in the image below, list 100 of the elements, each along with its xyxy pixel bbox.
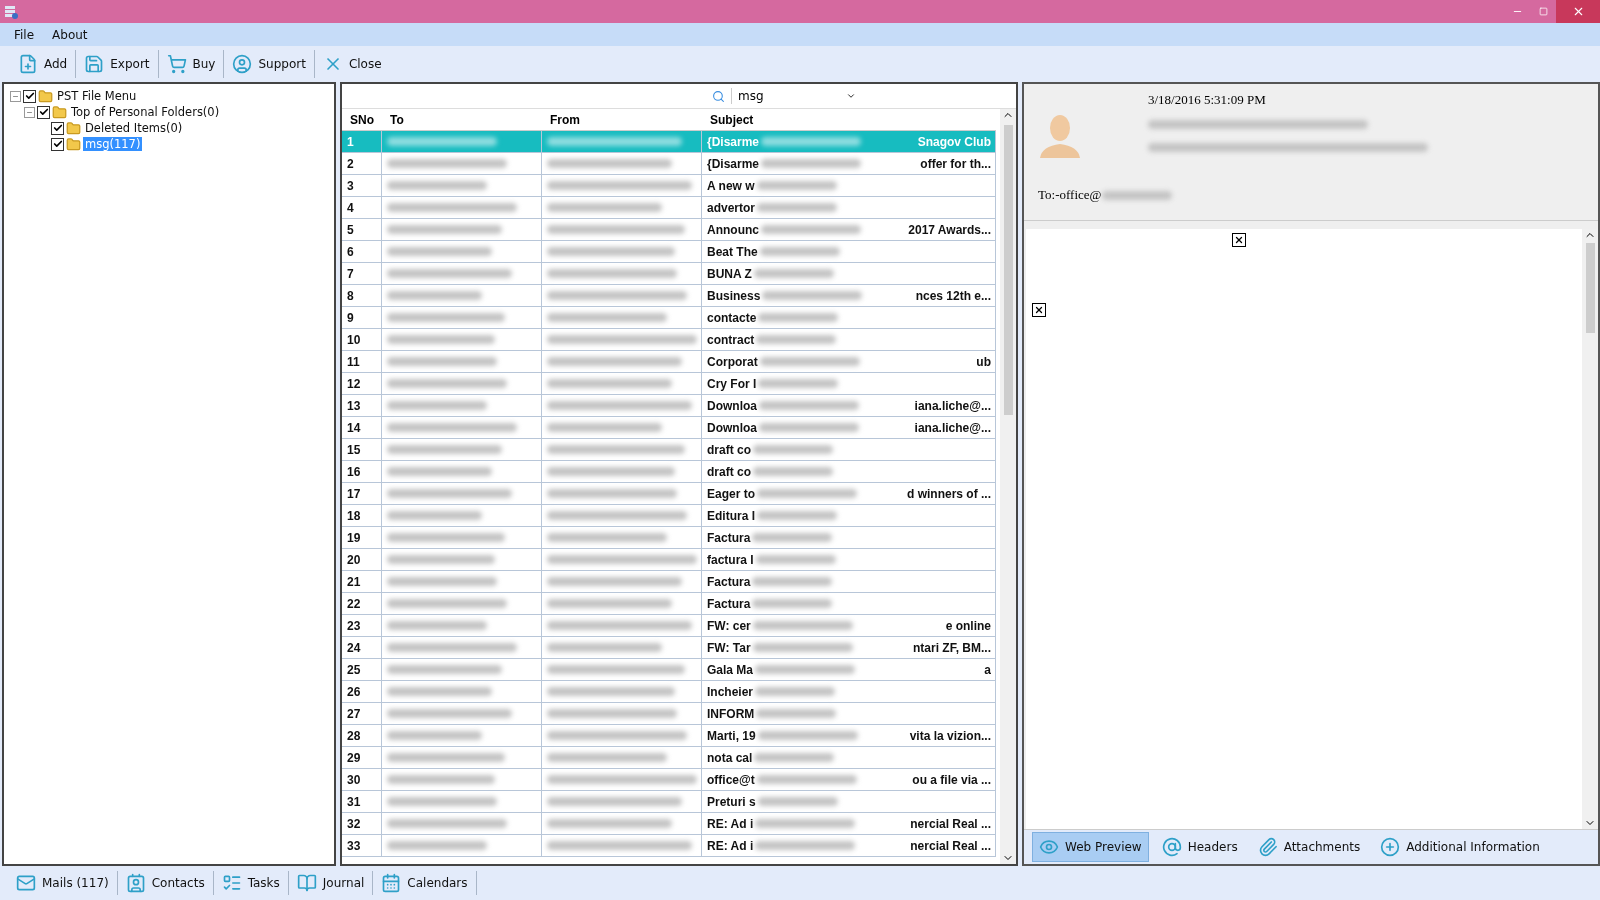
subject-text: vita la vizion...: [909, 728, 992, 743]
eye-icon: [1039, 837, 1059, 857]
scrollbar[interactable]: [1582, 229, 1598, 829]
row-number-cell: 9: [342, 307, 382, 329]
subject-text: contacte: [707, 310, 757, 325]
nav-button[interactable]: Mails (117): [8, 871, 118, 895]
nav-button[interactable]: Contacts: [117, 871, 214, 895]
row-number-cell: 10: [342, 329, 382, 351]
subject-text: Gala Ma: [707, 662, 754, 677]
toolbar-button[interactable]: Export: [76, 50, 159, 78]
row-number-cell: 33: [342, 835, 382, 857]
row-number-cell: 8: [342, 285, 382, 307]
toolbar-button[interactable]: Add: [10, 50, 77, 78]
tree-item[interactable]: PST File Menu: [55, 89, 139, 103]
at-sign-icon: [1161, 837, 1182, 857]
tree-item[interactable]: Deleted Items(0): [83, 121, 185, 135]
subject-text: ub: [976, 354, 992, 369]
row-number-cell: 29: [342, 747, 382, 769]
subject-text: Announc: [707, 222, 759, 237]
subject-text: {Disarme: [707, 134, 760, 149]
row-number-cell: 13: [342, 395, 382, 417]
subject-text: FW: Tar: [707, 640, 751, 655]
row-number-cell: 20: [342, 549, 382, 571]
menu-item[interactable]: About: [52, 27, 88, 42]
row-number-cell: 28: [342, 725, 382, 747]
subject-text: nces 12th e...: [915, 288, 992, 303]
checkbox[interactable]: [23, 89, 36, 103]
cart-icon: [166, 54, 187, 74]
subject-text: Snagov Club: [917, 134, 992, 149]
subject-text: INFORM: [707, 706, 755, 721]
row-number-cell: 30: [342, 769, 382, 791]
restore-icon: [1538, 7, 1548, 16]
nav-button[interactable]: Tasks: [213, 871, 289, 895]
subject-text: nercial Real ...: [910, 816, 992, 831]
row-number-cell: 6: [342, 241, 382, 263]
preview-tab[interactable]: Additional Information: [1373, 832, 1547, 862]
row-number-cell: 11: [342, 351, 382, 373]
row-number-cell: 24: [342, 637, 382, 659]
dropdown-caret-icon[interactable]: [846, 91, 856, 101]
row-number-cell: 14: [342, 417, 382, 439]
row-number-cell: 31: [342, 791, 382, 813]
scroll-thumb[interactable]: [1585, 243, 1595, 333]
recipient-text: To:-office@: [1038, 187, 1102, 203]
toolbar-button[interactable]: Buy: [158, 50, 225, 78]
subject-text: draft co: [707, 464, 751, 479]
row-number-cell: 17: [342, 483, 382, 505]
subject-text: BUNA Z: [707, 266, 752, 281]
subject-text: iana.liche@...: [914, 420, 992, 435]
subject-text: iana.liche@...: [914, 398, 992, 413]
list-icon: [221, 873, 242, 893]
subject-text: RE: Ad i: [707, 816, 754, 831]
redaction-blur: [1101, 190, 1172, 200]
subject-text: nercial Real ...: [910, 838, 992, 853]
subject-text: advertor: [707, 200, 756, 215]
subject-text: {Disarme: [707, 156, 760, 171]
subject-text: Editura I: [707, 508, 755, 523]
subject-text: 2017 Awards...: [908, 222, 992, 237]
subject-text: Eager to: [707, 486, 755, 501]
subject-text: offer for th...: [920, 156, 992, 171]
subject-text: Incheier: [707, 684, 754, 699]
row-number-cell: 25: [342, 659, 382, 681]
row-number-cell: 32: [342, 813, 382, 835]
checkbox[interactable]: [37, 105, 50, 119]
row-number-cell: 12: [342, 373, 382, 395]
row-number-cell: 15: [342, 439, 382, 461]
row-number-cell: 22: [342, 593, 382, 615]
menu-item[interactable]: File: [14, 27, 35, 42]
subject-text: office@t: [707, 772, 755, 787]
subject-text: Cry For I: [707, 376, 757, 391]
subject-text: Beat The: [707, 244, 758, 259]
collapse-toggle[interactable]: [10, 90, 21, 102]
subject-text: ou a file via ...: [912, 772, 992, 787]
nav-button[interactable]: Calendars: [373, 871, 477, 895]
nav-button[interactable]: Journal: [288, 871, 374, 895]
date-text: 3/18/2016 5:31:09 PM: [1148, 92, 1267, 108]
scrollbar[interactable]: [1000, 109, 1016, 864]
avatar-icon: [1038, 112, 1082, 160]
app-icon: [4, 4, 18, 19]
preview-tab[interactable]: Attachments: [1250, 832, 1368, 862]
subject-text: factura I: [707, 552, 754, 567]
tree-item[interactable]: Top of Personal Folders(0): [69, 105, 222, 119]
checkbox[interactable]: [51, 137, 64, 151]
preview-tab[interactable]: Headers: [1154, 832, 1245, 862]
scroll-thumb[interactable]: [1003, 125, 1013, 415]
subject-text: Marti, 19: [707, 728, 756, 743]
preview-tab[interactable]: Web Preview: [1032, 832, 1149, 862]
collapse-toggle[interactable]: [24, 106, 35, 118]
toolbar-button[interactable]: Close: [314, 50, 390, 78]
row-number-cell: 23: [342, 615, 382, 637]
subject-text: Corporat: [707, 354, 758, 369]
row-number-cell: 5: [342, 219, 382, 241]
search-icon: [712, 89, 725, 103]
subject-text: Downloa: [707, 420, 757, 435]
subject-text: FW: cer: [707, 618, 751, 633]
subject-text: contract: [707, 332, 755, 347]
row-number-cell: 4: [342, 197, 382, 219]
toolbar-button[interactable]: Support: [224, 50, 315, 78]
checkbox[interactable]: [51, 121, 64, 135]
subject-text: Preturi s: [707, 794, 756, 809]
subject-text: ntari ZF, BM...: [913, 640, 992, 655]
